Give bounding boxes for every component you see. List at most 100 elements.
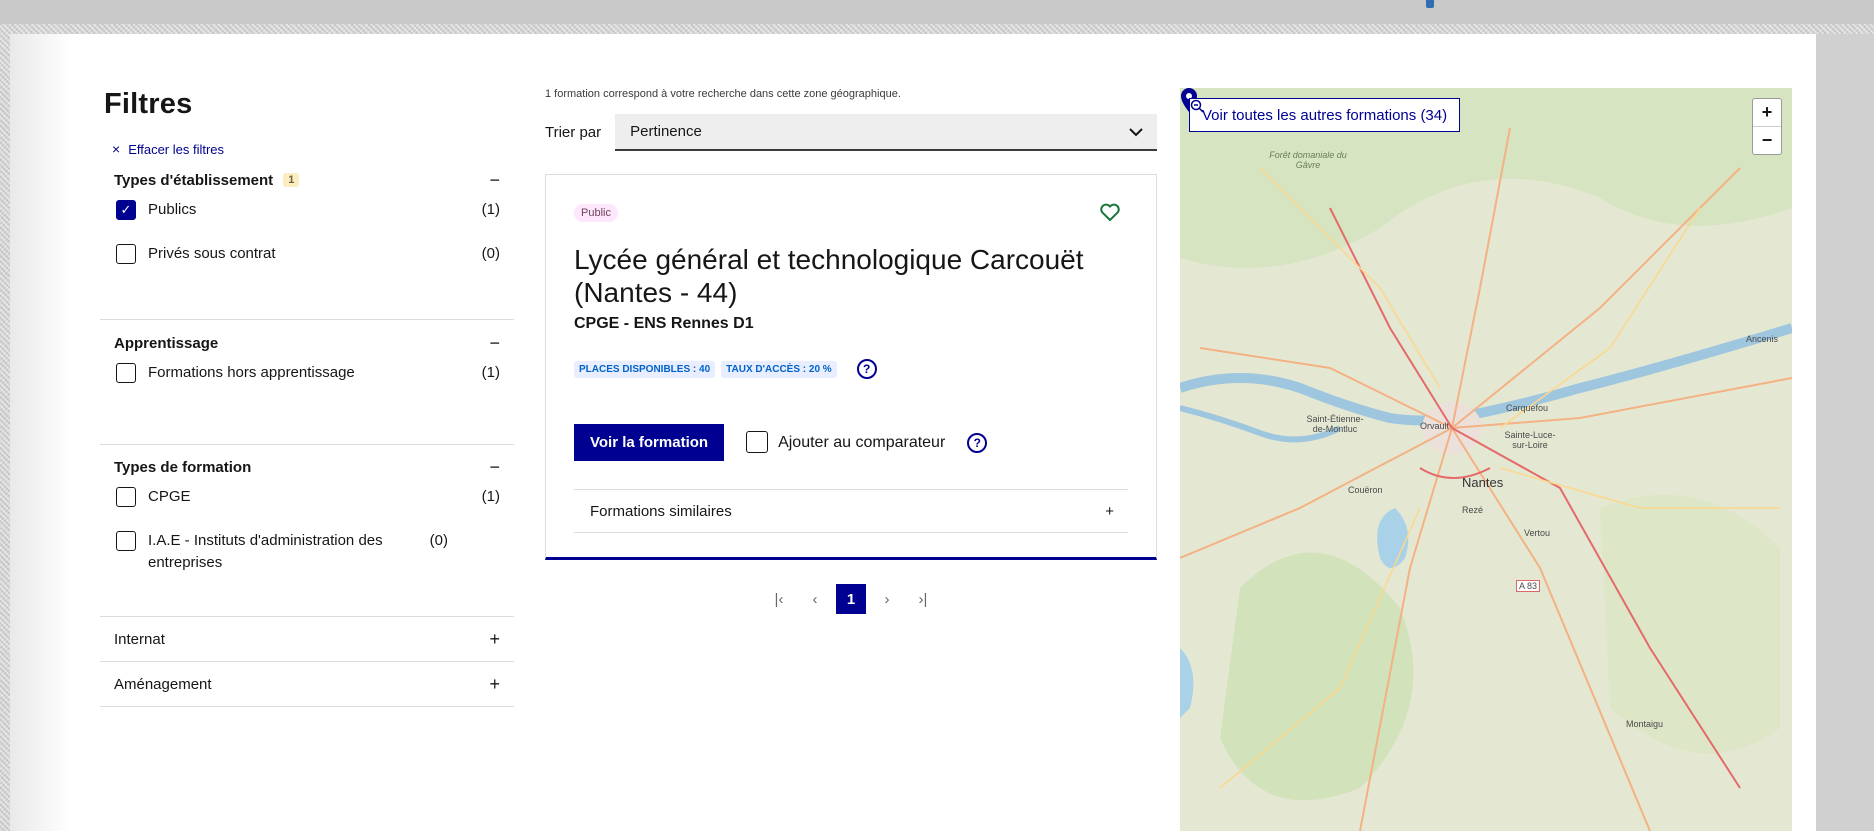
access-rate-badge: TAUX D'ACCÈS : 20 %	[721, 360, 837, 378]
filters-sidebar: Filtres × Effacer les filtres Types d'ét…	[100, 88, 514, 707]
compare-label: Ajouter au comparateur	[778, 433, 946, 451]
page-background-right	[1816, 34, 1874, 831]
clear-filters-label: Effacer les filtres	[128, 141, 225, 157]
chevron-down-icon	[1129, 127, 1143, 136]
sort-row: Trier par Pertinence	[545, 114, 1157, 151]
map-label-orvault: Orvault	[1420, 421, 1450, 431]
expand-icon: +	[489, 628, 500, 649]
help-icon[interactable]: ?	[856, 359, 877, 379]
card-actions: Voir la formation Ajouter au comparateur…	[574, 424, 988, 461]
sort-label: Trier par	[545, 124, 602, 141]
section-label: Aménagement	[114, 675, 212, 693]
section-toggle-amenagement[interactable]: Aménagement +	[100, 662, 514, 706]
clear-filters-button[interactable]: × Effacer les filtres	[112, 139, 514, 159]
section-label: Types de formation	[114, 458, 252, 476]
collapse-icon: −	[489, 169, 500, 190]
map-label-carquefou: Carquefou	[1506, 403, 1549, 413]
checkbox[interactable]	[116, 363, 136, 383]
map-label-reze: Rezé	[1462, 505, 1484, 515]
page-button-current[interactable]: 1	[836, 584, 866, 614]
first-page-button[interactable]: |‹	[764, 584, 794, 614]
section-toggle-types-formation[interactable]: Types de formation −	[100, 446, 514, 488]
filter-section-types-formation: Types de formation − CPGE (1) I.A.E - In…	[100, 445, 514, 617]
zoom-out-button[interactable]: −	[1753, 126, 1781, 154]
filter-option-hors-apprentissage[interactable]: Formations hors apprentissage (1)	[100, 363, 514, 408]
filter-section-internat: Internat +	[100, 617, 514, 662]
status-badge: Public	[574, 204, 618, 222]
section-label: Types d'établissement	[114, 171, 274, 189]
checkbox[interactable]	[116, 244, 136, 264]
formation-title: Lycée général et technologique Carcouët …	[574, 244, 1084, 308]
filter-section-amenagement: Aménagement +	[100, 662, 514, 707]
header-accent	[1426, 0, 1434, 8]
help-icon[interactable]: ?	[967, 432, 988, 453]
expand-icon: +	[1105, 502, 1114, 520]
option-count: (1)	[481, 364, 500, 381]
results-count-text: 1 formation correspond à votre recherche…	[545, 88, 901, 100]
section-toggle-etablissement[interactable]: Types d'établissement 1 −	[100, 159, 514, 201]
panel-left-edge	[10, 34, 72, 831]
zoom-out-icon	[1190, 99, 1204, 113]
checkbox[interactable]	[116, 531, 136, 551]
section-toggle-internat[interactable]: Internat +	[100, 617, 514, 661]
option-label: Privés sous contrat	[148, 245, 276, 262]
compare-checkbox[interactable]: Ajouter au comparateur ?	[746, 431, 988, 453]
section-label: Apprentissage	[114, 334, 219, 352]
pagination: |‹ ‹ 1 › ›|	[545, 584, 1157, 614]
filter-option-prives[interactable]: Privés sous contrat (0)	[100, 244, 514, 289]
option-label: Publics	[148, 201, 197, 218]
map-label-saint-etienne: Saint-Étienne-de-Montluc	[1306, 414, 1364, 434]
view-formation-button[interactable]: Voir la formation	[574, 424, 725, 461]
section-label: Internat	[114, 630, 165, 648]
option-label: I.A.E - Instituts d'administration des e…	[148, 532, 383, 571]
map-tiles	[1180, 88, 1792, 831]
formation-subtitle: CPGE - ENS Rennes D1	[574, 315, 754, 332]
filter-option-cpge[interactable]: CPGE (1)	[100, 487, 514, 532]
prev-page-button[interactable]: ‹	[800, 584, 830, 614]
filter-section-etablissement: Types d'établissement 1 − ✓ Publics (1) …	[100, 159, 514, 320]
last-page-button[interactable]: ›|	[908, 584, 938, 614]
show-all-formations-button[interactable]: Voir toutes les autres formations (34)	[1189, 98, 1461, 132]
map-label-coueron: Couëron	[1348, 485, 1383, 495]
map[interactable]: Forêt domaniale du Gâvre Ancenis Carquef…	[1180, 88, 1792, 831]
filters-title: Filtres	[104, 88, 193, 120]
map-label-vertou: Vertou	[1524, 528, 1551, 538]
option-count: (0)	[481, 245, 500, 262]
sort-select[interactable]: Pertinence	[615, 114, 1157, 151]
option-count: (1)	[481, 488, 500, 505]
checkbox[interactable]	[116, 487, 136, 507]
active-filter-count-badge: 1	[283, 173, 300, 187]
map-label-nantes: Nantes	[1462, 475, 1504, 490]
heart-icon[interactable]	[1098, 200, 1122, 224]
collapse-icon: −	[489, 332, 500, 353]
checkbox[interactable]	[746, 431, 769, 453]
filter-option-iae[interactable]: I.A.E - Instituts d'administration des e…	[100, 531, 514, 576]
similar-formations-accordion[interactable]: Formations similaires +	[574, 489, 1128, 533]
expand-icon: +	[489, 673, 500, 694]
collapse-icon: −	[489, 456, 500, 477]
zoom-in-button[interactable]: +	[1753, 99, 1781, 126]
section-toggle-apprentissage[interactable]: Apprentissage −	[100, 322, 514, 364]
info-pills: PLACES DISPONIBLES : 40 TAUX D'ACCÈS : 2…	[574, 359, 877, 379]
formation-card: Public Lycée général et technologique Ca…	[545, 174, 1157, 560]
option-label: Formations hors apprentissage	[148, 364, 355, 381]
places-badge: PLACES DISPONIBLES : 40	[574, 360, 716, 378]
map-label-ancenis: Ancenis	[1746, 334, 1779, 344]
map-label-foret: Forêt domaniale du Gâvre	[1269, 150, 1347, 170]
similar-label: Formations similaires	[590, 502, 732, 520]
next-page-button[interactable]: ›	[872, 584, 902, 614]
sort-value: Pertinence	[630, 123, 702, 140]
filter-option-publics[interactable]: ✓ Publics (1)	[100, 200, 514, 245]
option-count: (0)	[429, 532, 448, 549]
top-band	[0, 0, 1874, 24]
map-label-montaigu: Montaigu	[1626, 719, 1664, 729]
show-all-label: Voir toutes les autres formations (34)	[1202, 106, 1448, 124]
map-label-a83: A 83	[1516, 580, 1541, 592]
filter-section-apprentissage: Apprentissage − Formations hors apprenti…	[100, 320, 514, 445]
map-label-sainte-luce: Sainte-Luce-sur-Loire	[1504, 430, 1556, 450]
map-zoom-controls: + −	[1752, 98, 1782, 155]
close-icon: ×	[112, 141, 121, 157]
checkbox-checked[interactable]: ✓	[116, 200, 136, 220]
option-count: (1)	[481, 201, 500, 218]
option-label: CPGE	[148, 488, 191, 505]
